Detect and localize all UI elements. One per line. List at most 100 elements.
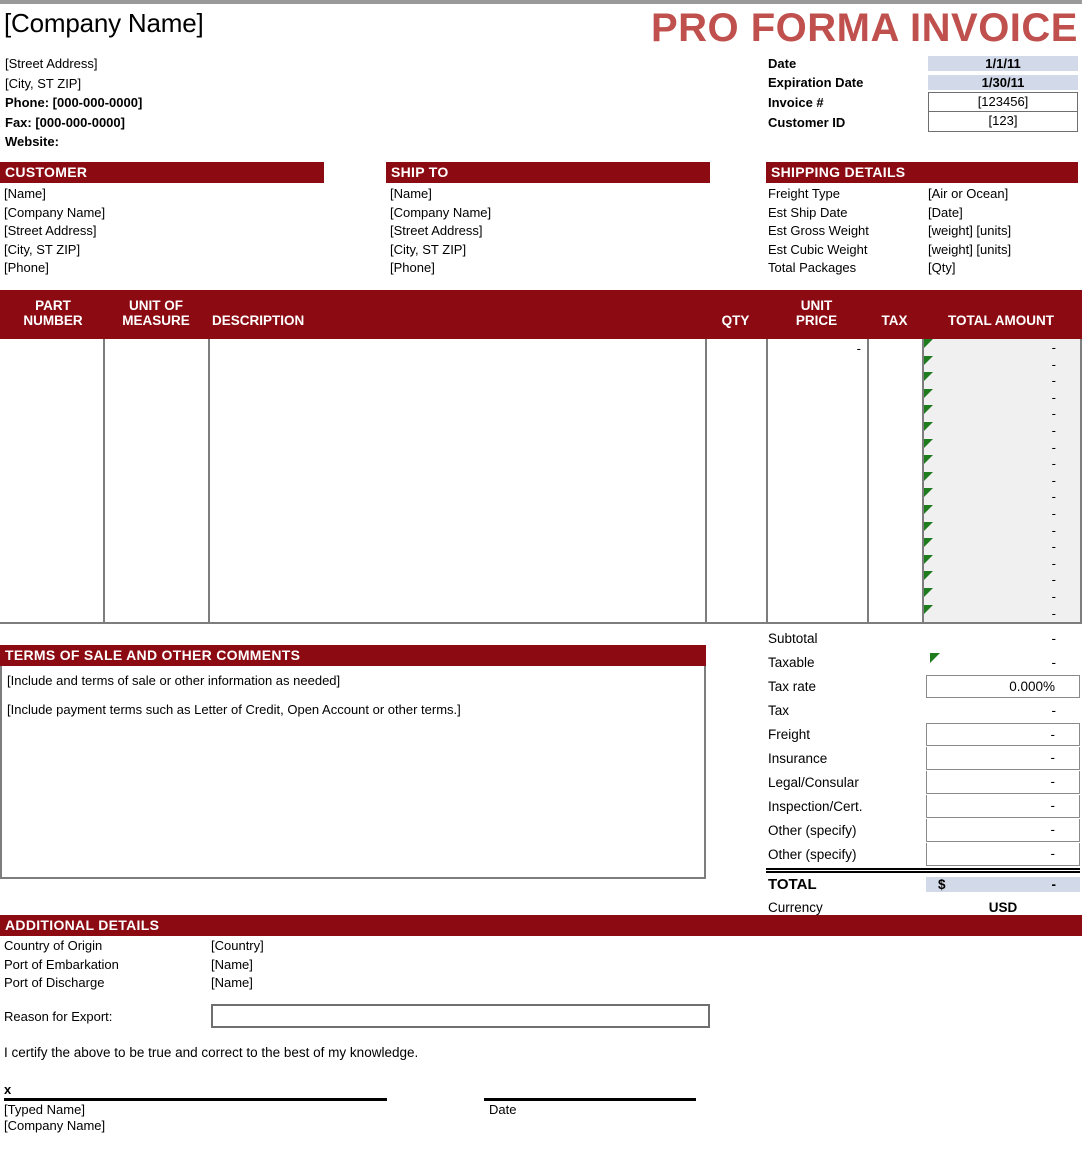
company-city-state-zip: [City, ST ZIP]	[5, 75, 82, 91]
comment-flag-icon	[924, 587, 933, 597]
total-amount-cell[interactable]: -	[924, 421, 1080, 439]
customer-city: [City, ST ZIP]	[4, 241, 81, 257]
column-divider	[766, 339, 768, 622]
inspection-cert-field[interactable]: -	[926, 794, 1080, 818]
total-amount-cell[interactable]: -	[924, 504, 1080, 522]
comment-flag-icon	[924, 388, 933, 398]
column-header-description: DESCRIPTION	[212, 313, 305, 328]
total-amount-cell[interactable]: -	[924, 438, 1080, 456]
total-amount-cell[interactable]: -	[924, 405, 1080, 422]
totals-row-taxable: Taxable -	[766, 650, 1080, 674]
currency-symbol: $	[938, 877, 946, 892]
line-items-table-header: PART NUMBER UNIT OF MEASURE DESCRIPTION …	[0, 290, 1082, 339]
total-amount-cell[interactable]: -	[924, 488, 1080, 505]
total-amount-cell[interactable]: -	[924, 372, 1080, 389]
country-of-origin-value: [Country]	[211, 938, 264, 953]
date-label: Date	[768, 56, 797, 71]
column-header-qty: QTY	[721, 313, 750, 328]
signature-line[interactable]	[4, 1098, 387, 1101]
document-title: PRO FORMA INVOICE	[650, 6, 1078, 50]
port-of-discharge-value: [Name]	[211, 975, 253, 990]
signature-company-name: [Company Name]	[4, 1118, 106, 1133]
comment-flag-icon	[924, 571, 933, 581]
shipping-detail-row: Est Cubic Weight [weight] [units]	[768, 241, 1078, 260]
terms-line-2: [Include payment terms such as Letter of…	[7, 702, 461, 717]
terms-of-sale-body[interactable]: [Include and terms of sale or other info…	[0, 666, 706, 879]
port-of-discharge-label: Port of Discharge	[4, 975, 105, 990]
total-amount-cell[interactable]: -	[924, 355, 1080, 373]
total-amount-cell[interactable]: -	[924, 455, 1080, 472]
company-street-address: [Street Address]	[5, 56, 98, 71]
total-amount-cell[interactable]: -	[924, 554, 1080, 572]
est-cubic-weight-label: Est Cubic Weight	[768, 241, 868, 257]
customer-company: [Company Name]	[4, 204, 106, 220]
comment-flag-icon	[924, 355, 933, 365]
total-amount-cell-value: -	[1051, 588, 1056, 604]
subtotal-value: -	[1051, 630, 1057, 646]
customer-street: [Street Address]	[4, 223, 97, 238]
column-header-part-number: PART NUMBER	[23, 298, 83, 328]
ship-to-name: [Name]	[390, 186, 432, 201]
comment-flag-icon	[924, 471, 933, 481]
customer-id-label: Customer ID	[768, 114, 846, 130]
total-amount-cell[interactable]: -	[924, 521, 1080, 539]
total-amount-cell[interactable]: -	[924, 571, 1080, 588]
reason-for-export-label: Reason for Export:	[4, 1009, 113, 1024]
tax-label: Tax	[768, 702, 790, 718]
invoice-meta-block: Date 1/1/11 Expiration Date 1/30/11 Invo…	[766, 54, 1078, 132]
comment-flag-icon	[924, 372, 933, 382]
invoice-header: [Company Name] [Street Address] [City, S…	[0, 4, 1082, 152]
comment-flag-icon	[924, 538, 933, 548]
signature-date-label: Date	[489, 1102, 517, 1117]
totals-row-legal-consular: Legal/Consular -	[766, 770, 1080, 794]
other-1-label: Other (specify)	[768, 822, 857, 838]
comment-flag-icon	[924, 405, 933, 415]
legal-consular-field[interactable]: -	[926, 770, 1080, 794]
date-line[interactable]	[484, 1098, 696, 1101]
signature-x-mark: x	[4, 1082, 12, 1097]
comment-flag-icon	[924, 604, 933, 614]
total-amount-cell[interactable]: -	[924, 388, 1080, 406]
insurance-field[interactable]: -	[926, 746, 1080, 770]
freight-field[interactable]: -	[926, 722, 1080, 746]
total-amount-cell[interactable]: -	[924, 471, 1080, 489]
total-amount-cell[interactable]: -	[924, 587, 1080, 605]
meta-row-date: Date 1/1/11	[766, 54, 1078, 73]
total-amount-cell-value: -	[1051, 605, 1056, 621]
reason-for-export-input[interactable]	[211, 1004, 710, 1028]
total-amount-cell[interactable]: -	[924, 604, 1080, 622]
shipping-detail-row: Est Gross Weight [weight] [units]	[768, 222, 1078, 241]
taxable-value: -	[1051, 654, 1057, 670]
subtotal-label: Subtotal	[768, 630, 818, 646]
other-1-field[interactable]: -	[926, 818, 1080, 842]
total-amount-cell-value: -	[1051, 422, 1056, 438]
est-gross-weight-label: Est Gross Weight	[768, 223, 869, 238]
total-amount-cell-value: -	[1051, 389, 1056, 405]
shipping-detail-row: Total Packages [Qty]	[768, 259, 1078, 278]
est-cubic-weight-value: [weight] [units]	[928, 241, 1012, 257]
totals-row-tax-rate: Tax rate 0.000%	[766, 674, 1080, 698]
line-items-table-body[interactable]: - -----------------	[0, 339, 1082, 624]
tax-rate-field[interactable]: 0.000%	[926, 674, 1080, 698]
customer-phone: [Phone]	[4, 260, 49, 275]
other-2-field[interactable]: -	[926, 842, 1080, 866]
comment-flag-icon	[924, 421, 933, 431]
freight-type-value: [Air or Ocean]	[928, 186, 1009, 201]
est-ship-date-value: [Date]	[928, 204, 963, 220]
customer-panel: CUSTOMER [Name] [Company Name] [Street A…	[0, 162, 324, 278]
total-amount-cell[interactable]: -	[924, 538, 1080, 555]
est-ship-date-label: Est Ship Date	[768, 204, 848, 220]
invoice-number-field[interactable]: [123456]	[928, 92, 1078, 112]
total-amount-cell-value: -	[1051, 439, 1056, 455]
unit-price-cell-value: -	[856, 341, 861, 356]
comment-flag-icon	[924, 504, 933, 514]
shipping-detail-row: Freight Type [Air or Ocean]	[768, 185, 1078, 204]
customer-id-field[interactable]: [123]	[928, 112, 1078, 132]
ship-to-panel: SHIP TO [Name] [Company Name] [Street Ad…	[386, 162, 710, 278]
country-of-origin-label: Country of Origin	[4, 938, 103, 953]
column-divider	[208, 339, 210, 622]
comment-flag-icon	[924, 554, 933, 564]
total-amount-cell-value: -	[1051, 356, 1056, 372]
freight-type-label: Freight Type	[768, 186, 841, 201]
total-amount-cell[interactable]: -	[924, 339, 1080, 356]
